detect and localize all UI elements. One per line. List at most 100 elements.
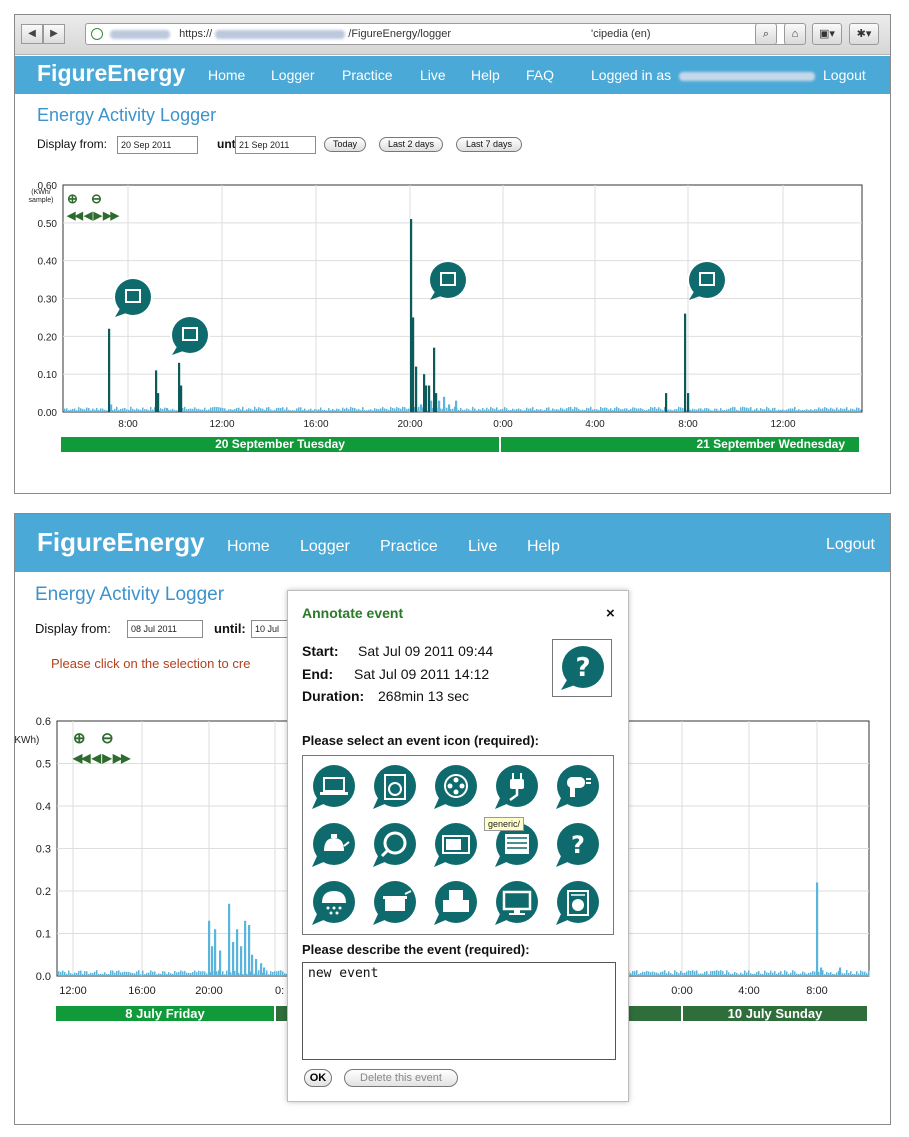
washing-machine-icon[interactable]	[370, 762, 420, 812]
baseline-bar	[634, 971, 636, 976]
delete-event-button[interactable]: Delete this event	[344, 1069, 458, 1087]
nav-live[interactable]: Live	[420, 67, 446, 83]
baseline-bar	[270, 409, 272, 412]
nav-live-bottom[interactable]: Live	[468, 538, 497, 556]
nav-logger-bottom[interactable]: Logger	[300, 538, 350, 556]
brand-logo[interactable]: FigureEnergy	[37, 60, 185, 87]
until-date-input-bottom[interactable]: 10 Jul	[251, 620, 291, 638]
baseline-bar	[522, 410, 524, 412]
baseline-bar	[794, 971, 796, 976]
day-band-wednesday[interactable]: 21 September Wednesday	[501, 437, 859, 452]
baseline-bar	[440, 408, 442, 412]
nav-practice-bottom[interactable]: Practice	[380, 538, 438, 556]
kettle-icon[interactable]	[309, 820, 359, 870]
baseline-bar	[400, 408, 402, 412]
select-icon-label: Please select an event icon (required):	[302, 733, 539, 748]
printer-icon[interactable]	[431, 878, 481, 928]
baseline-bar	[194, 970, 196, 976]
zoom-in-icon-bottom[interactable]: ⊕	[73, 729, 86, 747]
cooking-pot-icon[interactable]	[370, 878, 420, 928]
nav-help[interactable]: Help	[471, 67, 500, 83]
baseline-bar	[792, 408, 794, 412]
nav-practice[interactable]: Practice	[342, 67, 393, 83]
until-date-input[interactable]: 21 Sep 2011	[235, 136, 316, 154]
x-tick-label: 12:00	[59, 985, 87, 997]
url-bar[interactable]: https:// /FigureEnergy/logger	[85, 23, 791, 45]
brand-logo-bottom[interactable]: FigureEnergy	[37, 527, 205, 558]
baseline-bar	[636, 408, 638, 412]
day-band-saturday-right[interactable]	[629, 1006, 681, 1021]
pan-controls-icon-bottom[interactable]: ◀◀ ◀ ▶ ▶▶	[73, 751, 130, 765]
baseline-bar	[418, 406, 420, 412]
magnifier-icon[interactable]	[370, 820, 420, 870]
last-2-days-button[interactable]: Last 2 days	[379, 137, 443, 152]
baseline-bar	[318, 409, 320, 412]
baseline-bar	[380, 408, 382, 412]
from-date-input-bottom[interactable]: 08 Jul 2011	[127, 620, 203, 638]
top-energy-chart[interactable]: 0.60 0.50 0.40 0.30 0.20 0.10 0.00 8:00 12:00 16…	[15, 175, 890, 455]
selection-hint: Please click on the selection to cre	[51, 656, 251, 671]
forward-button[interactable]: ▶	[43, 24, 65, 44]
baseline-bar	[780, 971, 782, 976]
zoom-out-icon-bottom[interactable]: ⊖	[101, 729, 114, 747]
search-icon[interactable]: ⌕	[755, 23, 777, 45]
svg-text:?: ?	[571, 831, 585, 859]
nav-logger[interactable]: Logger	[271, 67, 315, 83]
baseline-bar	[784, 410, 786, 412]
baseline-bar	[746, 972, 748, 976]
svg-text:?: ?	[575, 653, 590, 683]
bookmarks-icon[interactable]: ▣▾	[812, 23, 842, 45]
baseline-bar	[804, 409, 806, 412]
baseline-bar	[114, 408, 116, 412]
baseline-bar	[302, 409, 304, 412]
y-tick-label: 0.3	[36, 844, 51, 856]
zoom-in-icon[interactable]: ⊕	[67, 191, 78, 207]
today-button[interactable]: Today	[324, 137, 366, 152]
baseline-bar	[788, 408, 790, 412]
nav-logout[interactable]: Logout	[823, 67, 866, 83]
baseline-bar	[592, 409, 594, 412]
film-reel-icon[interactable]	[431, 762, 481, 812]
nav-faq[interactable]: FAQ	[526, 67, 554, 83]
description-textarea[interactable]: new event	[302, 962, 616, 1060]
day-band-friday[interactable]: 8 July Friday	[56, 1006, 274, 1021]
nav-logout-bottom[interactable]: Logout	[826, 536, 875, 554]
baseline-bar	[72, 408, 74, 412]
from-date-input[interactable]: 20 Sep 2011	[117, 136, 198, 154]
nav-home-bottom[interactable]: Home	[227, 538, 270, 556]
last-7-days-button[interactable]: Last 7 days	[456, 137, 522, 152]
baseline-bar	[688, 970, 690, 976]
baseline-bar	[262, 408, 264, 412]
zoom-out-icon[interactable]: ⊖	[91, 191, 102, 207]
question-icon[interactable]: ?	[553, 820, 603, 870]
x-tick-label: 20:00	[397, 419, 422, 430]
pan-controls-icon[interactable]: ◀◀ ◀ ▶ ▶▶	[67, 209, 119, 222]
close-icon[interactable]: ×	[606, 605, 615, 622]
baseline-bar	[730, 407, 732, 412]
shower-icon[interactable]	[309, 878, 359, 928]
nav-help-bottom[interactable]: Help	[527, 538, 560, 556]
laptop-icon[interactable]	[309, 762, 359, 812]
day-band-tuesday[interactable]: 20 September Tuesday	[61, 437, 499, 452]
baseline-bar	[178, 971, 180, 976]
x-tick-label: 0:00	[493, 419, 513, 430]
baseline-bar	[280, 407, 282, 412]
baseline-bar	[84, 971, 86, 976]
baseline-bar	[804, 972, 806, 976]
addons-icon[interactable]: ✱▾	[849, 23, 879, 45]
home-icon[interactable]: ⌂	[784, 23, 806, 45]
baseline-bar	[122, 408, 124, 412]
nav-home[interactable]: Home	[208, 67, 245, 83]
y-tick-label: 0.0	[36, 971, 51, 983]
hairdryer-icon[interactable]	[553, 762, 603, 812]
back-button[interactable]: ◀	[21, 24, 43, 44]
baseline-bar	[504, 407, 506, 412]
day-band-sunday[interactable]: 10 July Sunday	[683, 1006, 867, 1021]
energy-spike	[443, 396, 446, 412]
dryer-icon[interactable]	[553, 878, 603, 928]
monitor-icon[interactable]	[492, 878, 542, 928]
plug-icon[interactable]	[492, 762, 542, 812]
ok-button[interactable]: OK	[304, 1069, 332, 1087]
microwave-icon[interactable]	[431, 820, 481, 870]
energy-spike	[420, 404, 423, 412]
